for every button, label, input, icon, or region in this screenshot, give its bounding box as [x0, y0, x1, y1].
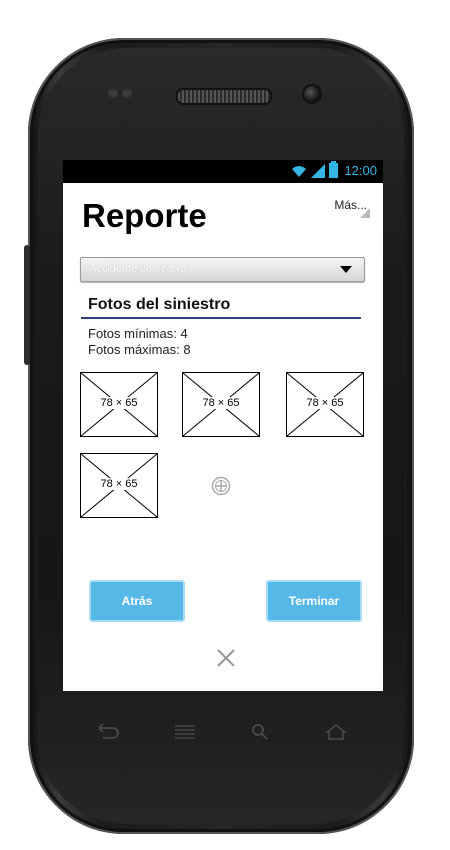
overflow-corner-icon: [360, 208, 370, 218]
wifi-icon: [292, 165, 307, 177]
max-photos-text: Fotos máximas: 8: [88, 342, 191, 357]
min-photos-text: Fotos mínimas: 4: [88, 326, 188, 341]
sensor-right: [122, 89, 132, 97]
menu-nav-icon[interactable]: [173, 722, 197, 742]
add-photo-icon[interactable]: [211, 476, 231, 496]
incident-type-select[interactable]: Accidente con carro: [80, 257, 365, 282]
thumbnail-size-label: 78 × 65: [81, 478, 157, 490]
thumbnail-size-label: 78 × 65: [183, 397, 259, 409]
photo-thumbnail[interactable]: 78 × 65: [80, 372, 158, 437]
back-button[interactable]: Atrás: [89, 580, 185, 622]
front-camera: [302, 84, 322, 104]
status-bar: 12:00: [63, 160, 383, 183]
photo-thumbnail[interactable]: 78 × 65: [80, 453, 158, 518]
system-nav-bar: [0, 722, 450, 752]
signal-icon: [311, 163, 326, 178]
photo-limits: Fotos mínimas: 4 Fotos máximas: 8: [88, 326, 191, 358]
section-divider: [81, 317, 361, 319]
battery-icon: [329, 161, 339, 178]
status-icons: 12:00: [291, 161, 377, 178]
thumbnail-size-text: 78 × 65: [99, 397, 139, 409]
earpiece-speaker: [176, 88, 272, 105]
app-screen: 12:00 Reporte Más... Accidente con carro…: [63, 160, 383, 691]
thumbnail-size-label: 78 × 65: [287, 397, 363, 409]
thumbnail-size-text: 78 × 65: [99, 478, 139, 490]
thumbnail-size-text: 78 × 65: [201, 397, 241, 409]
finish-button[interactable]: Terminar: [266, 580, 362, 622]
thumbnail-size-label: 78 × 65: [81, 397, 157, 409]
sensor-left: [108, 89, 118, 97]
photo-thumbnail[interactable]: 78 × 65: [286, 372, 364, 437]
chevron-down-icon: [340, 266, 352, 273]
status-time: 12:00: [344, 163, 377, 178]
volume-button: [24, 245, 30, 365]
home-nav-icon[interactable]: [324, 722, 348, 742]
incident-type-value: Accidente con carro: [89, 263, 187, 275]
close-icon[interactable]: [216, 648, 236, 668]
section-title: Fotos del siniestro: [88, 296, 231, 313]
back-nav-icon[interactable]: [95, 722, 119, 742]
thumbnail-size-text: 78 × 65: [305, 397, 345, 409]
page-title: Reporte: [82, 197, 207, 234]
photo-thumbnail[interactable]: 78 × 65: [182, 372, 260, 437]
search-nav-icon[interactable]: [248, 722, 272, 742]
